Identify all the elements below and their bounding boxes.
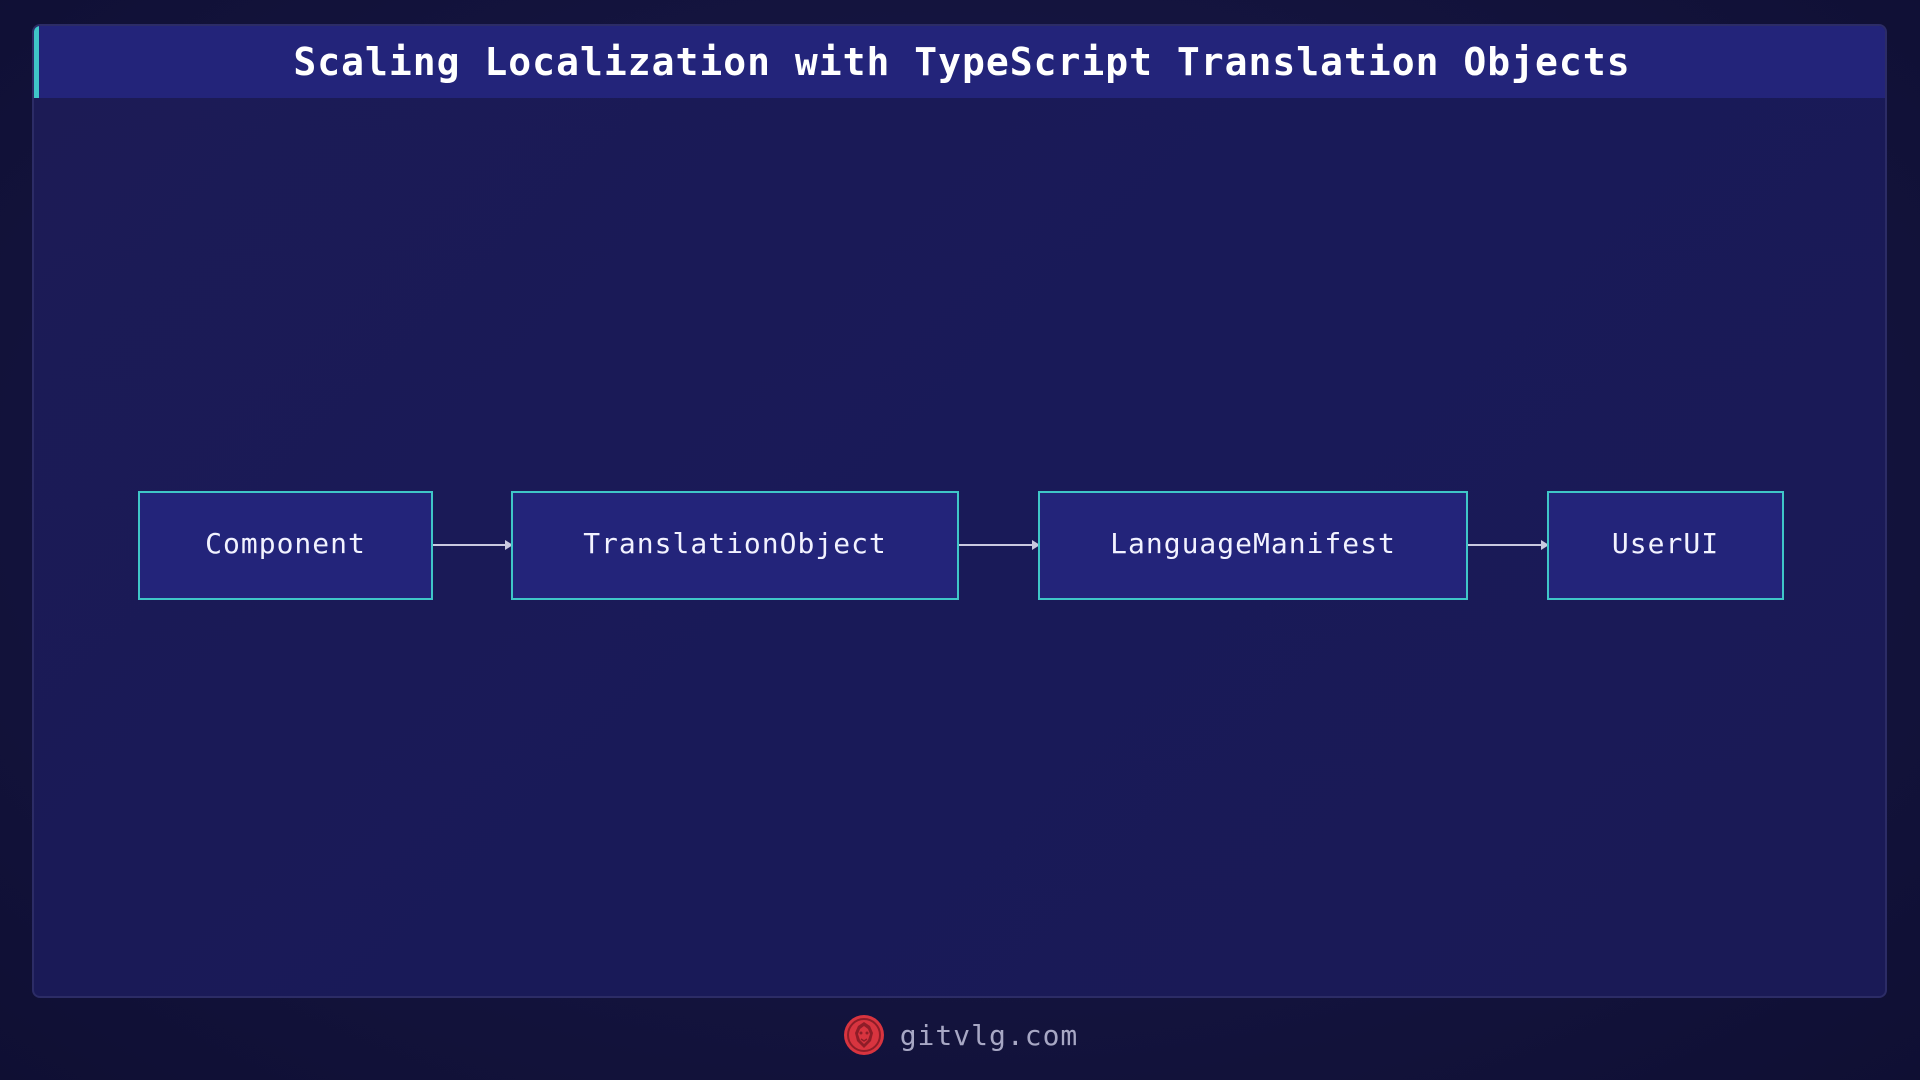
lion-head-icon xyxy=(843,1015,884,1055)
node-component: Component xyxy=(138,491,433,600)
node-label: LanguageManifest xyxy=(1110,527,1396,560)
node-user-ui: UserUI xyxy=(1547,491,1784,600)
node-translation-object: TranslationObject xyxy=(511,491,959,600)
node-language-manifest: LanguageManifest xyxy=(1038,491,1468,600)
footer-site-link[interactable]: gitvlg.com xyxy=(900,1019,1079,1052)
title-bar: Scaling Localization with TypeScript Tra… xyxy=(34,26,1885,98)
node-label: UserUI xyxy=(1611,527,1720,560)
node-label: TranslationObject xyxy=(583,527,887,560)
footer: gitvlg.com xyxy=(0,1010,1920,1060)
page-title: Scaling Localization with TypeScript Tra… xyxy=(293,40,1631,84)
node-label: Component xyxy=(205,527,366,560)
